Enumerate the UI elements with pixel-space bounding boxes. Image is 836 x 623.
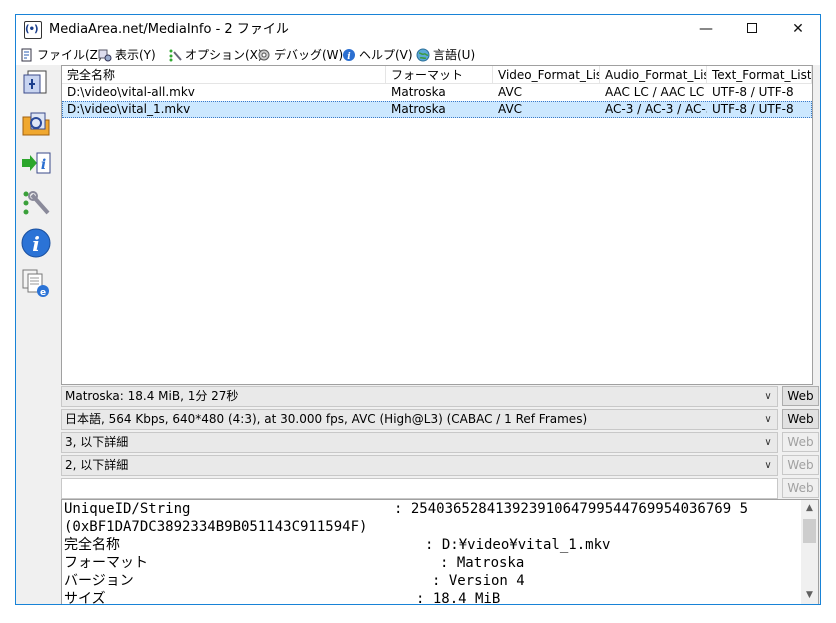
- chevron-down-icon: ∨: [764, 414, 772, 425]
- detail-line: UniqueID/String : 25403652841392391064799…: [64, 500, 748, 518]
- scrollbar-thumb[interactable]: [803, 519, 816, 543]
- video-web-button[interactable]: Web: [782, 409, 819, 429]
- svg-text:i: i: [32, 232, 40, 256]
- file-list-header: 完全名称 フォーマット Video_Format_Lis Audio_Forma…: [62, 66, 812, 84]
- audio-stream-text: 3, 以下詳細: [65, 435, 129, 449]
- mediainfo-app-icon: [24, 21, 42, 39]
- table-row-selected[interactable]: D:\video\vital_1.mkv Matroska AVC AC-3 /…: [62, 101, 812, 118]
- detail-line: 完全名称 : D:¥video¥vital_1.mkv: [64, 536, 610, 554]
- menu-view[interactable]: 表示(Y): [98, 46, 156, 64]
- menu-options[interactable]: オプション(X): [168, 46, 263, 64]
- view-icon: [98, 48, 112, 62]
- menu-debug-label: デバッグ(W): [274, 48, 344, 62]
- minimize-button[interactable]: —: [683, 15, 729, 45]
- column-header-text-format[interactable]: Text_Format_List: [707, 66, 812, 84]
- column-header-video-format[interactable]: Video_Format_Lis: [493, 66, 600, 84]
- open-file-icon[interactable]: [20, 67, 52, 99]
- detail-value: : 18.4 MiB: [416, 591, 501, 605]
- title-bar[interactable]: MediaArea.net/MediaInfo - 2 ファイル — ✕: [16, 15, 820, 45]
- menu-file-label: ファイル(Z): [37, 48, 103, 62]
- window-title: MediaArea.net/MediaInfo - 2 ファイル: [49, 22, 289, 37]
- chevron-down-icon: ∨: [764, 391, 772, 402]
- details-panel[interactable]: UniqueID/String : 25403652841392391064799…: [61, 499, 819, 605]
- cell-video-format: AVC: [498, 85, 523, 99]
- general-web-button[interactable]: Web: [782, 386, 819, 406]
- detail-label: サイズ: [64, 591, 106, 605]
- detail-label: バージョン: [64, 573, 134, 589]
- about-icon[interactable]: i: [20, 227, 52, 259]
- cell-audio-format: AC-3 / AC-3 / AC-3: [605, 102, 707, 116]
- chevron-down-icon: ∨: [764, 460, 772, 471]
- debug-icon: [257, 48, 271, 62]
- svg-text:i: i: [41, 157, 46, 173]
- text-web-button[interactable]: Web: [782, 455, 819, 475]
- menu-file[interactable]: ファイル(Z): [20, 46, 103, 64]
- export-icon[interactable]: i: [20, 147, 52, 179]
- knowledge-base-icon[interactable]: e: [20, 267, 52, 299]
- text-stream-select[interactable]: 2, 以下詳細 ∨: [61, 455, 778, 476]
- cell-text-format: UTF-8 / UTF-8: [712, 102, 794, 116]
- menu-help[interactable]: i ヘルプ(V): [342, 46, 413, 64]
- menu-help-label: ヘルプ(V): [359, 48, 413, 62]
- cell-text-format: UTF-8 / UTF-8: [712, 85, 794, 99]
- cell-fullname: D:\video\vital-all.mkv: [67, 85, 195, 99]
- help-icon: i: [342, 48, 356, 62]
- detail-line: バージョン : Version 4: [64, 572, 525, 590]
- cell-video-format: AVC: [498, 102, 523, 116]
- empty-stream-select[interactable]: [61, 478, 778, 499]
- scroll-up-icon[interactable]: ▲: [801, 500, 818, 517]
- video-stream-text: 日本語, 564 Kbps, 640*480 (4:3), at 30.000 …: [65, 412, 588, 426]
- detail-label: 完全名称: [64, 537, 120, 553]
- details-scrollbar[interactable]: ▲ ▼: [801, 500, 818, 604]
- main-window: MediaArea.net/MediaInfo - 2 ファイル — ✕ ファイ…: [15, 14, 821, 605]
- file-list[interactable]: 完全名称 フォーマット Video_Format_Lis Audio_Forma…: [61, 65, 813, 385]
- cell-format: Matroska: [391, 85, 446, 99]
- detail-value: : Version 4: [432, 573, 525, 589]
- detail-value: : D:¥video¥vital_1.mkv: [425, 537, 611, 553]
- cell-fullname: D:\video\vital_1.mkv: [67, 102, 191, 116]
- file-icon: [20, 48, 34, 62]
- preferences-icon[interactable]: [20, 187, 52, 219]
- menu-bar: ファイル(Z) 表示(Y) オプション(X) デバッグ(W) i ヘルプ(V) …: [16, 45, 820, 65]
- column-header-format[interactable]: フォーマット: [386, 66, 493, 84]
- maximize-button[interactable]: [729, 15, 775, 45]
- audio-web-button[interactable]: Web: [782, 432, 819, 452]
- cell-audio-format: AAC LC / AAC LC /: [605, 85, 707, 99]
- detail-line: (0xBF1DA7DC3892334B9B051143C911594F): [64, 518, 367, 536]
- open-folder-icon[interactable]: [20, 107, 52, 139]
- detail-label: フォーマット: [64, 555, 148, 571]
- language-icon: [416, 48, 430, 62]
- detail-line: フォーマット : Matroska: [64, 554, 524, 572]
- svg-text:i: i: [347, 52, 351, 62]
- menu-view-label: 表示(Y): [115, 48, 156, 62]
- menu-options-label: オプション(X): [185, 48, 263, 62]
- menu-debug[interactable]: デバッグ(W): [257, 46, 343, 64]
- empty-web-button[interactable]: Web: [782, 478, 819, 498]
- menu-language[interactable]: 言語(U): [416, 46, 475, 64]
- options-icon: [168, 48, 182, 62]
- general-stream-text: Matroska: 18.4 MiB, 1分 27秒: [65, 389, 239, 403]
- svg-text:e: e: [40, 288, 46, 298]
- table-row[interactable]: D:\video\vital-all.mkv Matroska AVC AAC …: [62, 84, 812, 101]
- left-toolbar: i i e: [16, 65, 60, 604]
- column-header-fullname[interactable]: 完全名称: [62, 66, 386, 84]
- close-button[interactable]: ✕: [775, 15, 820, 45]
- video-stream-select[interactable]: 日本語, 564 Kbps, 640*480 (4:3), at 30.000 …: [61, 409, 778, 430]
- menu-language-label: 言語(U): [433, 48, 476, 62]
- general-stream-select[interactable]: Matroska: 18.4 MiB, 1分 27秒 ∨: [61, 386, 778, 407]
- column-header-audio-format[interactable]: Audio_Format_Lis: [600, 66, 707, 84]
- scroll-down-icon[interactable]: ▼: [801, 587, 818, 604]
- detail-value: : 25403652841392391064799544769954036769…: [394, 501, 749, 517]
- cell-format: Matroska: [391, 102, 446, 116]
- details-text: UniqueID/String : 25403652841392391064799…: [64, 500, 748, 605]
- detail-label: (0xBF1DA7DC3892334B9B051143C911594F): [64, 519, 368, 535]
- text-stream-text: 2, 以下詳細: [65, 458, 129, 472]
- chevron-down-icon: ∨: [764, 437, 772, 448]
- maximize-icon: [747, 23, 757, 33]
- detail-line: サイズ : 18.4 MiB: [64, 590, 500, 605]
- detail-value: : Matroska: [440, 555, 525, 571]
- audio-stream-select[interactable]: 3, 以下詳細 ∨: [61, 432, 778, 453]
- detail-label: UniqueID/String: [64, 501, 191, 517]
